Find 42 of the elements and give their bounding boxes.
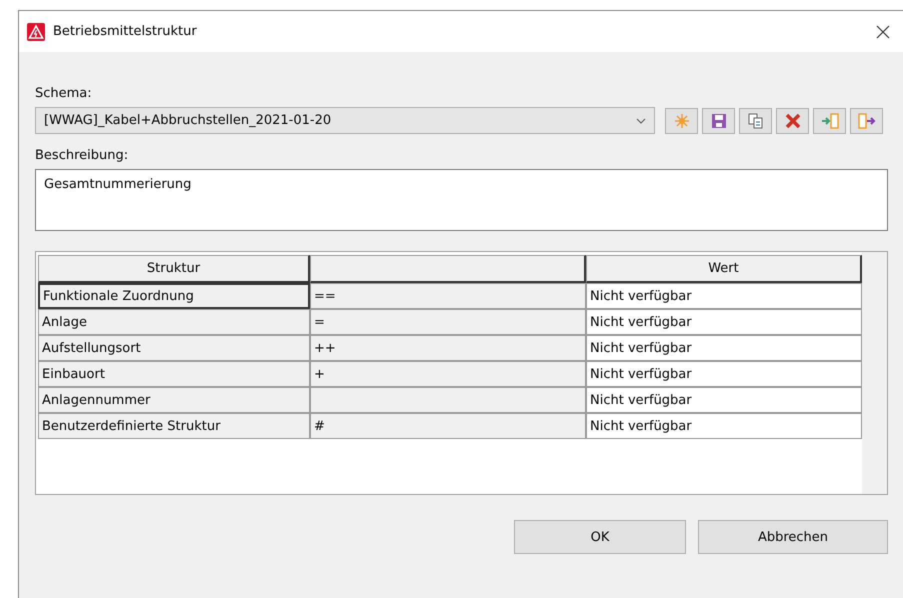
table-cell[interactable]: Benutzerdefinierte Struktur (38, 413, 310, 439)
column-header[interactable]: Struktur (38, 255, 310, 283)
warning-icon (27, 22, 45, 40)
table-cell[interactable]: Anlagennummer (38, 387, 310, 413)
table-cell: ++ (310, 335, 586, 361)
toolbar-button[interactable] (702, 108, 735, 134)
toolbar-button[interactable] (813, 108, 846, 134)
column-header[interactable] (310, 255, 586, 283)
description-field[interactable]: Gesamtnummerierung (35, 169, 888, 231)
table-cell[interactable]: Aufstellungsort (38, 335, 310, 361)
save-icon (710, 112, 726, 128)
table-cell: Nicht verfügbar (586, 335, 862, 361)
table-cell[interactable]: Anlage (38, 309, 310, 335)
description-label: Beschreibung: (35, 148, 130, 163)
toolbar-button[interactable] (739, 108, 772, 134)
table-cell: Nicht verfügbar (586, 361, 862, 387)
toolbar-button[interactable] (850, 108, 883, 134)
table-cell: == (310, 283, 586, 309)
table-cell: = (310, 309, 586, 335)
sun-icon (674, 112, 690, 128)
column-header[interactable]: Wert (586, 255, 862, 283)
table-cell: Nicht verfügbar (586, 283, 862, 309)
window-title: Betriebsmittelstruktur (53, 24, 198, 39)
table-cell: Nicht verfügbar (586, 413, 862, 439)
table-cell[interactable]: Einbauort (38, 361, 310, 387)
schema-value: [WWAG]_Kabel+Abbruchstellen_2021-01-20 (44, 113, 332, 128)
close-icon (876, 24, 890, 38)
copy-icon (748, 112, 764, 128)
table-cell[interactable]: Funktionale Zuordnung (38, 283, 310, 309)
table-cell: + (310, 361, 586, 387)
schema-label: Schema: (35, 86, 93, 101)
table-cell: Nicht verfügbar (586, 309, 862, 335)
import-icon (820, 112, 838, 128)
ok-button[interactable]: OK (514, 520, 686, 554)
chevron-icon (636, 118, 646, 124)
delete-icon (784, 112, 800, 128)
cancel-button[interactable]: Abbrechen (698, 520, 888, 554)
schema-dropdown[interactable]: [WWAG]_Kabel+Abbruchstellen_2021-01-20 (35, 107, 655, 134)
table-cell: # (310, 413, 586, 439)
export-icon (858, 112, 876, 128)
table-cell: Nicht verfügbar (586, 387, 862, 413)
toolbar-button[interactable] (776, 108, 809, 134)
